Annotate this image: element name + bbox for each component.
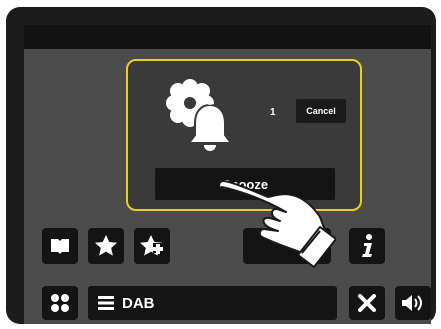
book-button[interactable] [42,228,78,264]
source-menu-button[interactable]: DAB [88,286,337,320]
volume-icon [402,295,422,311]
star-plus-icon [140,235,163,256]
apps-button[interactable] [42,286,78,320]
book-icon [51,239,69,254]
close-button[interactable] [349,286,385,320]
radio-device: 1 Cancel Snooze DAB [6,7,436,324]
snooze-count: 1 [270,107,276,118]
source-label: DAB [122,294,155,312]
pointing-hand-icon [218,180,336,268]
add-favourite-button[interactable] [134,228,170,264]
apps-icon [51,294,69,312]
alarm-bell-icon [166,79,232,151]
star-icon [95,235,117,256]
bottom-bar: DAB [24,280,431,324]
volume-button[interactable] [395,286,431,320]
cancel-button[interactable]: Cancel [296,99,346,123]
close-icon [358,294,376,312]
info-icon [362,234,372,257]
menu-icon [98,296,114,310]
status-bar [24,25,431,49]
info-button[interactable] [349,228,385,264]
favourite-button[interactable] [88,228,124,264]
touch-screen: 1 Cancel Snooze DAB [24,25,431,324]
